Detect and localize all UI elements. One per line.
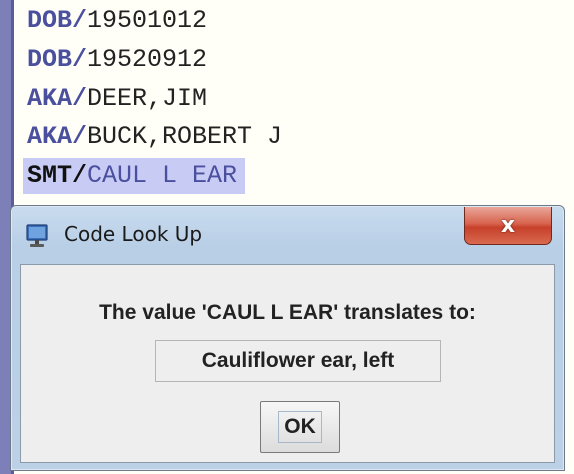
close-button[interactable]: x: [464, 207, 552, 245]
dialog-content: The value 'CAUL L EAR' translates to: Ca…: [20, 264, 555, 463]
field-separator: /: [72, 84, 88, 113]
record-line-dob-2[interactable]: DOB/19520912: [27, 42, 207, 78]
record-line-smt-selected[interactable]: SMT/CAUL L EAR: [23, 158, 246, 194]
close-icon: x: [500, 212, 516, 238]
field-separator: /: [72, 161, 88, 190]
computer-monitor-icon: [25, 223, 49, 249]
record-line-dob-1[interactable]: DOB/19501012: [27, 3, 207, 39]
field-separator: /: [72, 6, 88, 35]
field-code: DOB: [27, 6, 73, 35]
dialog-title: Code Look Up: [64, 222, 203, 246]
field-code: DOB: [27, 45, 73, 74]
record-line-aka-2[interactable]: AKA/BUCK,ROBERT J: [27, 119, 282, 155]
field-separator: /: [72, 122, 88, 151]
field-code: SMT: [27, 161, 73, 190]
translation-message: The value 'CAUL L EAR' translates to:: [99, 301, 476, 324]
field-value: CAUL L EAR: [87, 161, 238, 190]
code-lookup-dialog: Code Look Up x The value 'CAUL L EAR' tr…: [10, 205, 565, 471]
record-line-aka-1[interactable]: AKA/DEER,JIM: [27, 81, 207, 117]
field-value: DEER,JIM: [87, 84, 208, 113]
ok-button[interactable]: OK: [260, 401, 340, 453]
field-value: 19520912: [87, 45, 208, 74]
field-code: AKA: [27, 84, 73, 113]
field-value: BUCK,ROBERT J: [87, 122, 283, 151]
dialog-titlebar[interactable]: Code Look Up x: [11, 206, 564, 264]
field-separator: /: [72, 45, 88, 74]
field-code: AKA: [27, 122, 73, 151]
field-value: 19501012: [87, 6, 208, 35]
translation-value-field[interactable]: Cauliflower ear, left: [155, 340, 441, 382]
ok-button-label: OK: [278, 411, 322, 443]
